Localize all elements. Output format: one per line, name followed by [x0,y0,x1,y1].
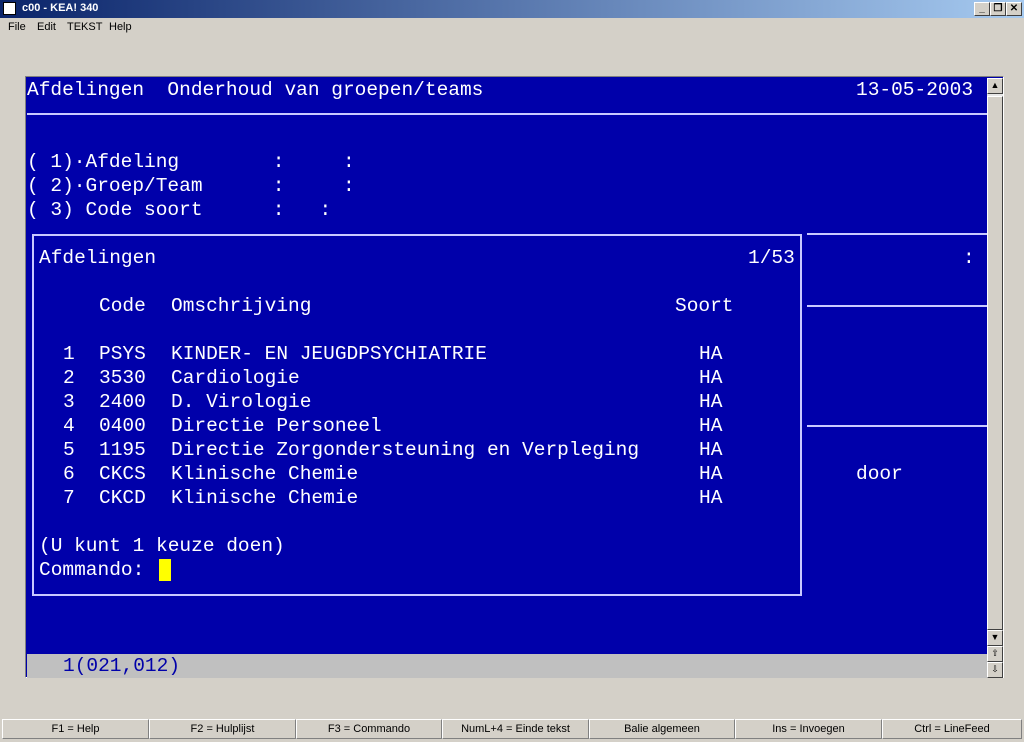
window-title: c00 - KEA! 340 [22,2,99,14]
side-text: door [856,463,903,485]
side-colon: : [963,247,975,269]
fkey-hulplijst[interactable]: F2 = Hulplijst [149,719,296,739]
row-description: Klinische Chemie [171,487,359,509]
menu-file[interactable]: File [8,21,26,33]
fkey-linefeed[interactable]: Ctrl = LineFeed [882,719,1022,739]
row-code: 3530 [99,367,146,389]
page-down-button[interactable]: ⇩ [987,662,1003,678]
row-description: D. Virologie [171,391,312,413]
side-divider-low [807,425,987,427]
row-description: KINDER- EN JEUGDPSYCHIATRIE [171,343,487,365]
row-soort: HA [699,463,723,485]
header-divider [27,113,987,115]
popup-hint: (U kunt 1 keuze doen) [39,535,285,557]
side-divider-mid [807,305,987,307]
row-code: CKCS [99,463,146,485]
row-soort: HA [699,367,723,389]
scroll-thumb[interactable] [987,96,1003,630]
row-number: 2 [63,367,75,389]
menu-help[interactable]: Help [109,21,132,33]
row-description: Directie Zorgondersteuning en Verpleging [171,439,640,461]
command-input-cursor[interactable] [159,559,171,581]
row-description: Cardiologie [171,367,300,389]
status-line: 1(021,012) [27,654,987,678]
screen-date: 13-05-2003 [856,79,974,101]
popup-title: Afdelingen [39,247,157,269]
menu-tekst[interactable]: TEKST [67,21,102,33]
popup-page-counter: 1/53 [748,247,795,269]
cursor-position: 1(021,012) [63,655,181,677]
command-label: Commando: [39,559,145,581]
row-number: 5 [63,439,75,461]
function-key-bar: F1 = Help F2 = Hulplijst F3 = Commando N… [0,719,1024,740]
scroll-up-button[interactable]: ▲ [987,78,1003,94]
column-header-omschrijving: Omschrijving [171,295,312,317]
scroll-down-button[interactable]: ▼ [987,630,1003,646]
column-header-code: Code [99,295,146,317]
fkey-invoegen[interactable]: Ins = Invoegen [735,719,882,739]
row-number: 1 [63,343,75,365]
title-bar: c00 - KEA! 340 _ ❐ ✕ [0,0,1024,18]
close-button[interactable]: ✕ [1006,2,1022,16]
row-soort: HA [699,415,723,437]
field-afdeling[interactable]: ( 1)·Afdeling : : [27,150,355,174]
vertical-scrollbar[interactable]: ▲ ▼ ⇧ ⇩ [987,78,1003,678]
fkey-balie-algemeen[interactable]: Balie algemeen [589,719,735,739]
field-groep-team[interactable]: ( 2)·Groep/Team : : [27,174,355,198]
row-description: Klinische Chemie [171,463,359,485]
row-number: 4 [63,415,75,437]
app-icon[interactable] [3,2,16,15]
side-divider-top [807,233,987,235]
row-soort: HA [699,487,723,509]
screen-header: Afdelingen Onderhoud van groepen/teams [27,79,484,101]
restore-button[interactable]: ❐ [990,2,1006,16]
row-soort: HA [699,439,723,461]
minimize-button[interactable]: _ [974,2,990,16]
row-code: PSYS [99,343,146,365]
fkey-help[interactable]: F1 = Help [2,719,149,739]
row-number: 7 [63,487,75,509]
terminal-screen[interactable]: Afdelingen Onderhoud van groepen/teams 1… [27,78,987,654]
menu-bar: File Edit TEKST Help [0,18,1024,38]
page-up-button[interactable]: ⇧ [987,646,1003,662]
field-code-soort[interactable]: ( 3) Code soort : : [27,198,331,222]
fkey-commando[interactable]: F3 = Commando [296,719,442,739]
row-description: Directie Personeel [171,415,382,437]
column-header-soort: Soort [675,295,734,317]
menu-edit[interactable]: Edit [37,21,56,33]
fkey-einde-tekst[interactable]: NumL+4 = Einde tekst [442,719,589,739]
row-code: CKCD [99,487,146,509]
row-number: 3 [63,391,75,413]
row-soort: HA [699,343,723,365]
row-code: 1195 [99,439,146,461]
row-code: 0400 [99,415,146,437]
row-code: 2400 [99,391,146,413]
row-soort: HA [699,391,723,413]
row-number: 6 [63,463,75,485]
